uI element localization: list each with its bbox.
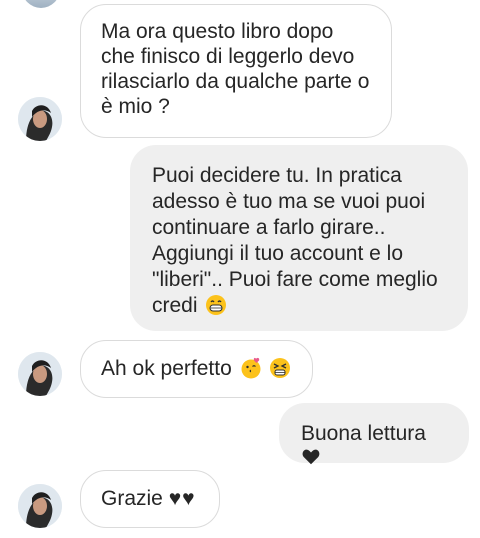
avatar-partial	[22, 0, 60, 8]
hearts-emoji: ♥♥	[168, 487, 196, 510]
avatar[interactable]	[18, 484, 62, 528]
face-blowing-kiss-emoji-icon	[241, 357, 261, 379]
persevering-face-emoji-icon	[270, 358, 291, 378]
avatar-photo-icon	[18, 484, 62, 528]
message-bubble-received[interactable]: Ah ok perfetto	[80, 340, 313, 398]
message-text: Buona lettura	[301, 422, 426, 445]
grinning-face-emoji-icon	[206, 295, 227, 315]
message-text: Ah ok perfetto	[101, 357, 232, 380]
black-heart-emoji-icon	[302, 449, 320, 465]
message-text: Ma ora questo libro dopo che finisco di …	[101, 20, 370, 118]
message-bubble-sent[interactable]: Puoi decidere tu. In pratica adesso è tu…	[130, 145, 468, 331]
avatar[interactable]	[18, 97, 62, 141]
message-bubble-received[interactable]: Ma ora questo libro dopo che finisco di …	[80, 4, 392, 138]
avatar-photo-icon	[18, 352, 62, 396]
message-bubble-received[interactable]: Grazie ♥♥	[80, 470, 220, 528]
message-bubble-sent[interactable]: Buona lettura	[279, 403, 469, 465]
message-text: Grazie	[101, 487, 163, 510]
message-text: Puoi decidere tu. In pratica adesso è tu…	[152, 164, 438, 317]
avatar[interactable]	[18, 352, 62, 396]
avatar-photo-icon	[18, 97, 62, 141]
